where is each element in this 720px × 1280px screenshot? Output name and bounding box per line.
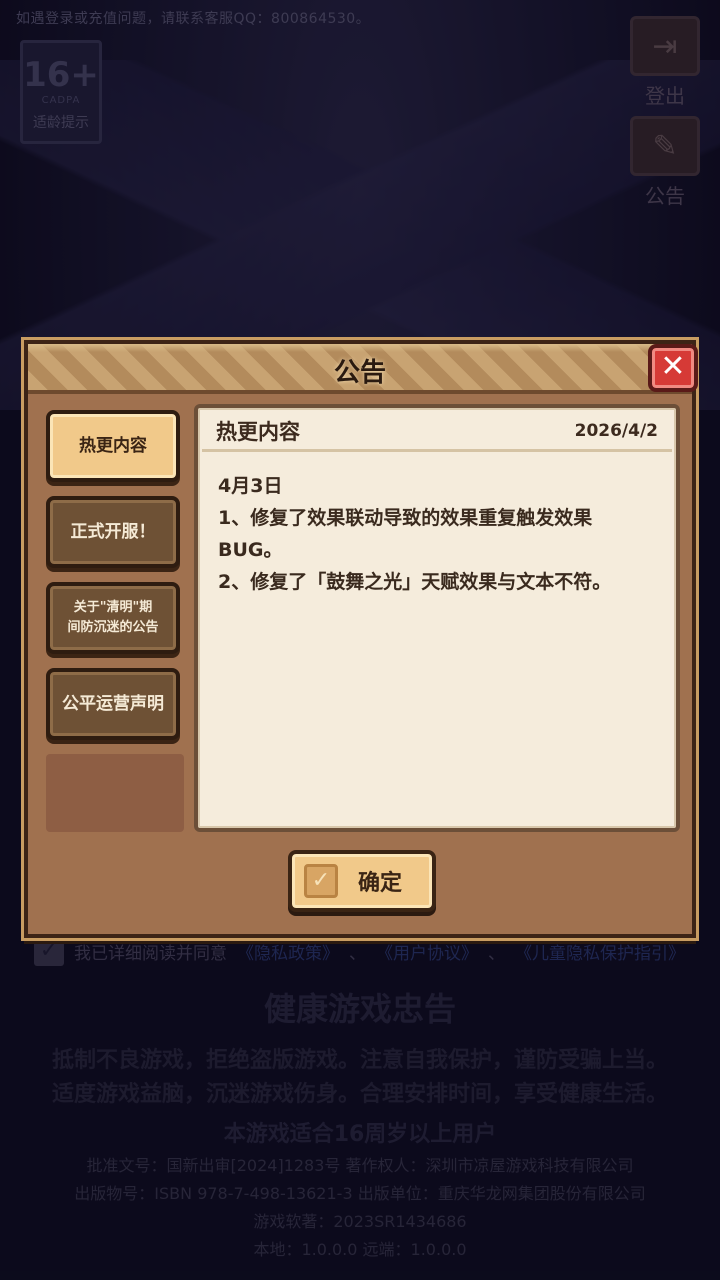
announcement-tabs: 热更内容 正式开服！ 关于"清明"期 间防沉迷的公告 公平运营声明 bbox=[46, 410, 184, 832]
tab-label: 正式开服！ bbox=[70, 522, 156, 542]
tab-empty-slot bbox=[46, 754, 184, 832]
tab-label: 关于"清明"期 间防沉迷的公告 bbox=[67, 598, 158, 638]
check-icon: ✓ bbox=[304, 864, 338, 898]
tab-label: 公平运营声明 bbox=[62, 694, 164, 714]
close-button[interactable]: ✕ bbox=[648, 344, 698, 392]
tab-label: 热更内容 bbox=[79, 436, 147, 456]
tab-hotfix-content[interactable]: 热更内容 bbox=[46, 410, 180, 482]
announcement-content-panel[interactable]: 热更内容 2026/4/2 4月3日 1、修复了效果联动导致的效果重复触发效果 … bbox=[194, 404, 680, 832]
content-date: 2026/4/2 bbox=[574, 420, 658, 441]
content-header: 热更内容 2026/4/2 bbox=[202, 412, 672, 452]
tab-label-line-2: 间防沉迷的公告 bbox=[67, 620, 159, 635]
confirm-button[interactable]: ✓ 确定 bbox=[288, 850, 436, 912]
content-line: BUG。 bbox=[218, 539, 283, 561]
content-line: 1、修复了效果联动导致的效果重复触发效果 bbox=[218, 507, 593, 529]
content-body: 4月3日 1、修复了效果联动导致的效果重复触发效果 BUG。 2、修复了「鼓舞之… bbox=[218, 470, 656, 598]
content-title: 热更内容 bbox=[216, 419, 300, 444]
tab-qingming-notice[interactable]: 关于"清明"期 间防沉迷的公告 bbox=[46, 582, 180, 654]
close-icon: ✕ bbox=[660, 349, 686, 384]
confirm-label: 确定 bbox=[358, 871, 403, 896]
content-line: 2、修复了「鼓舞之光」天赋效果与文本不符。 bbox=[218, 571, 612, 593]
dialog-title: 公告 bbox=[333, 358, 386, 388]
content-line: 4月3日 bbox=[218, 475, 283, 497]
announcement-dialog: 公告 ✕ 热更内容 正式开服！ 关于"清明"期 间防沉迷的公告 公平运营声明 热… bbox=[24, 340, 698, 938]
tab-label-line-1: 关于"清明"期 bbox=[73, 600, 153, 615]
dialog-header: 公告 bbox=[28, 344, 692, 394]
tab-fair-operation[interactable]: 公平运营声明 bbox=[46, 668, 180, 740]
tab-official-launch[interactable]: 正式开服！ bbox=[46, 496, 180, 568]
